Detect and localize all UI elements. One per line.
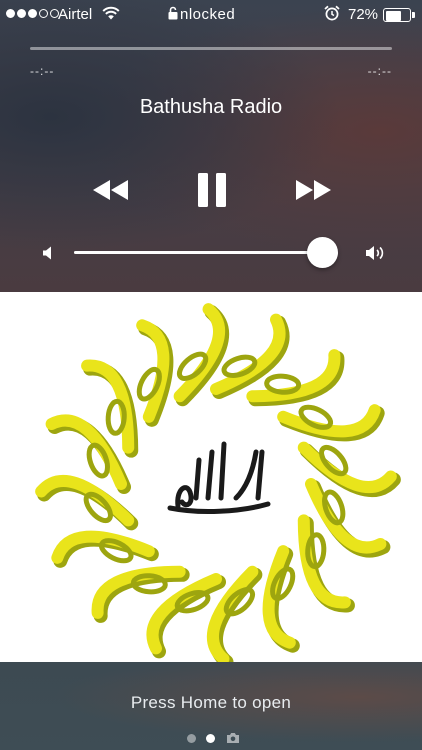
remaining-time: --:--: [367, 64, 392, 78]
page-dot: [187, 734, 196, 743]
speaker-low-icon: [43, 246, 51, 260]
volume-slider[interactable]: [74, 237, 339, 268]
elapsed-time: --:--: [30, 64, 55, 78]
track-title: Bathusha Radio: [139, 96, 283, 118]
signal-dot: [6, 9, 15, 18]
fast-forward-icon[interactable]: [292, 176, 334, 204]
signal-dot: [39, 9, 48, 18]
now-playing-background: [0, 0, 422, 292]
speaker-high-icon: [366, 246, 384, 260]
volume-slider-fill: [74, 251, 323, 254]
battery-tip: [412, 12, 415, 18]
battery-fill: [386, 11, 402, 21]
battery-percentage: 72%: [348, 6, 379, 23]
emblem-loop: [83, 491, 113, 524]
battery-icon: [383, 8, 415, 22]
alarm-clock-icon: [324, 5, 340, 21]
playback-scrubber[interactable]: [30, 47, 392, 50]
camera-icon[interactable]: [226, 732, 240, 744]
signal-dot: [17, 9, 26, 18]
page-dot-active: [206, 734, 215, 743]
pause-icon[interactable]: [196, 172, 228, 208]
emblem-loop: [105, 398, 127, 436]
album-artwork: [0, 292, 422, 662]
lock-status-text: nlocked: [180, 6, 236, 23]
lock-icon: [168, 6, 178, 20]
wifi-icon: [102, 6, 120, 20]
page-indicator: [0, 731, 422, 745]
rewind-icon[interactable]: [90, 176, 132, 204]
emblem-loop: [264, 373, 302, 395]
status-bar: Airtel nlocked 72%: [0, 0, 422, 28]
signal-dot: [28, 9, 37, 18]
battery-body: [383, 8, 411, 22]
press-home-hint: Press Home to open: [130, 693, 292, 712]
calligraphy-emblem-icon: [35, 303, 401, 662]
carrier-name: Airtel: [58, 6, 93, 23]
signal-strength-indicator: [6, 9, 59, 18]
